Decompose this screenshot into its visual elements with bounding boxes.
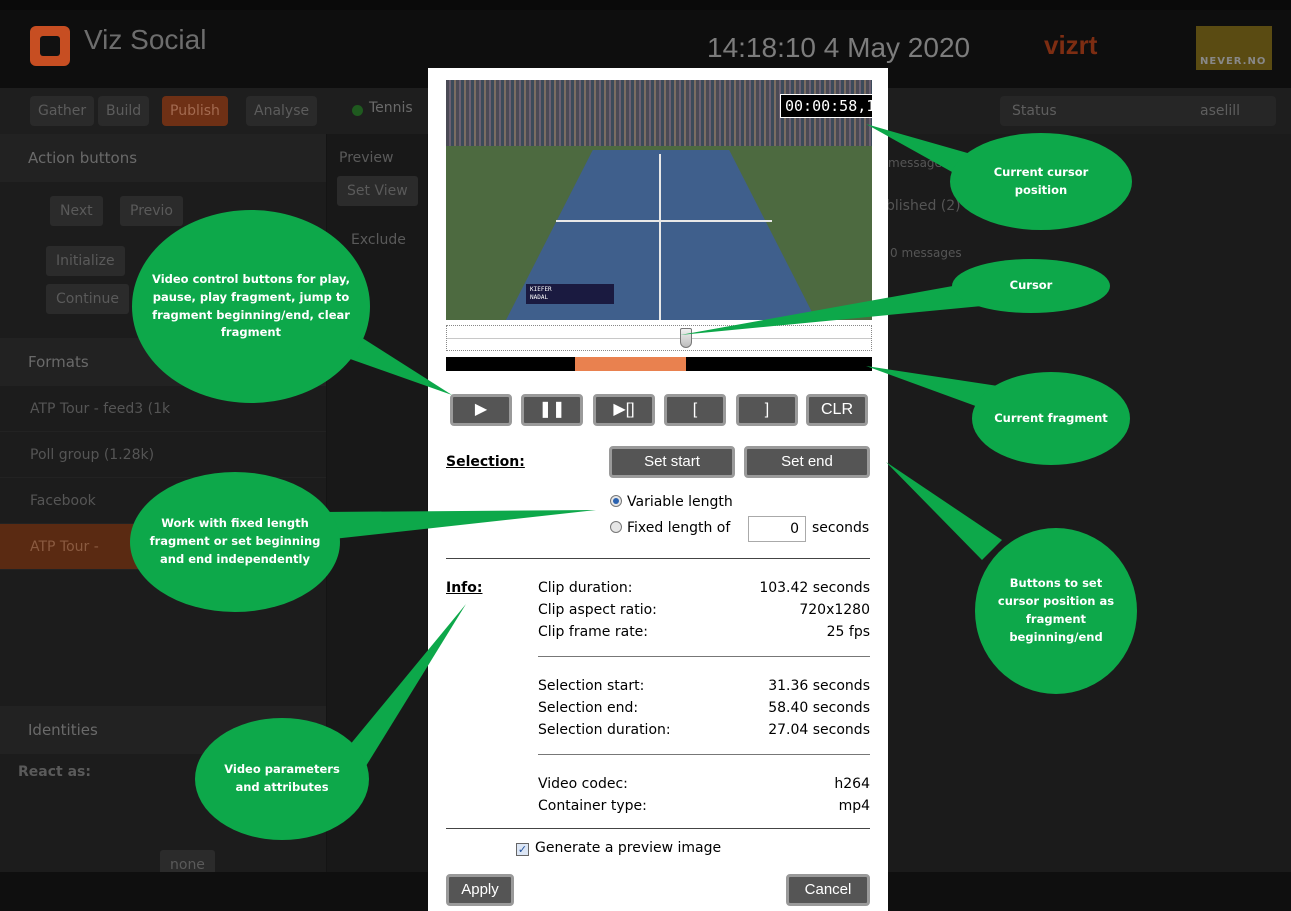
action-buttons-heading: Action buttons (0, 134, 326, 182)
tab-gather[interactable]: Gather (30, 96, 95, 126)
video-clip-dialog: KIEFER NADAL 00:00:58,10 ▶ ❚❚ ▶[] [ ] CL… (428, 68, 888, 911)
callout-params: Video parameters and attributes (195, 718, 369, 840)
callout-cursor: Cursor (952, 259, 1110, 313)
jump-fragment-end-button[interactable]: ] (736, 394, 798, 426)
info-row: Container type: mp4 (538, 798, 870, 814)
set-start-button[interactable]: Set start (609, 446, 735, 478)
info-row: Video codec: h264 (538, 776, 870, 792)
apply-button[interactable]: Apply (446, 874, 514, 906)
callout-cursor-position: Current cursor position (950, 133, 1132, 230)
fixed-length-option[interactable]: Fixed length of (610, 520, 730, 536)
seek-track-line (447, 338, 871, 339)
continue-button[interactable]: Continue (46, 284, 129, 314)
preview-image-option[interactable]: ✓ Generate a preview image (516, 840, 721, 856)
set-view-button[interactable]: Set View (337, 176, 418, 206)
set-end-button[interactable]: Set end (744, 446, 870, 478)
tab-publish[interactable]: Publish (162, 96, 228, 126)
user-name[interactable]: aselill (1200, 96, 1240, 126)
divider (538, 754, 870, 755)
info-row: Selection duration: 27.04 seconds (538, 722, 870, 738)
variable-length-option[interactable]: Variable length (610, 494, 733, 510)
cursor-handle[interactable] (680, 328, 692, 348)
divider (446, 558, 870, 559)
pause-button[interactable]: ❚❚ (521, 394, 583, 426)
tab-build[interactable]: Build (98, 96, 150, 126)
info-row: Clip duration: 103.42 seconds (538, 580, 870, 596)
channel-label[interactable]: Tennis (369, 100, 413, 116)
status-bar[interactable]: Status aselill (1000, 96, 1276, 126)
callout-fixed: Work with fixed length fragment or set b… (130, 472, 340, 612)
court-center-line (659, 154, 661, 320)
seconds-unit-label: seconds (812, 520, 870, 536)
info-row: Clip aspect ratio: 720x1280 (538, 602, 870, 618)
react-as-label: React as: (18, 764, 91, 780)
exclude-label[interactable]: Exclude (351, 232, 406, 248)
callout-controls: Video control buttons for play, pause, p… (132, 210, 370, 403)
selection-label: Selection: (446, 454, 525, 470)
checkbox-checked-icon[interactable]: ✓ (516, 843, 529, 856)
divider (538, 656, 870, 657)
messages-count: 0 messages (890, 246, 962, 260)
info-row: Selection start: 31.36 seconds (538, 678, 870, 694)
info-row: Selection end: 58.40 seconds (538, 700, 870, 716)
fixed-length-input[interactable]: 0 (748, 516, 806, 542)
initialize-button[interactable]: Initialize (46, 246, 125, 276)
play-button[interactable]: ▶ (450, 394, 512, 426)
fragment-bar (446, 357, 872, 371)
previous-button[interactable]: Previo (120, 196, 183, 226)
video-player[interactable]: KIEFER NADAL 00:00:58,10 (446, 80, 872, 320)
channel-status-icon (352, 105, 363, 116)
partner-logo-text: NEVER.NO (1200, 56, 1267, 67)
callout-fragment: Current fragment (972, 372, 1130, 465)
vizrt-logo: vizrt (1044, 30, 1098, 60)
video-controls: ▶ ❚❚ ▶[] [ ] CLR (446, 394, 872, 434)
preview-label: Preview (339, 150, 394, 166)
messages-panel: messages blished (2) 0 messages (872, 134, 1291, 911)
tab-analyse[interactable]: Analyse (246, 96, 318, 126)
format-item[interactable]: Poll group (1.28k) (0, 432, 326, 478)
current-fragment (575, 357, 686, 371)
cancel-button[interactable]: Cancel (786, 874, 870, 906)
app-logo-icon (30, 26, 70, 66)
fixed-length-label: Fixed length of (627, 520, 731, 536)
clock: 14:18:10 4 May 2020 (707, 32, 971, 63)
divider (446, 828, 870, 829)
status-label: Status (1012, 103, 1057, 119)
info-row: Clip frame rate: 25 fps (538, 624, 870, 640)
tab-published[interactable]: blished (2) (886, 198, 961, 214)
seek-slider[interactable] (446, 325, 872, 351)
next-button[interactable]: Next (50, 196, 103, 226)
callout-set-buttons: Buttons to set cursor position as fragme… (975, 528, 1137, 694)
timecode-display: 00:00:58,10 (780, 94, 872, 118)
variable-length-label: Variable length (627, 494, 733, 510)
clear-fragment-button[interactable]: CLR (806, 394, 868, 426)
scoreboard: KIEFER NADAL (526, 284, 614, 304)
app-title: Viz Social (84, 24, 207, 55)
radio-unchecked-icon[interactable] (610, 521, 622, 533)
play-fragment-button[interactable]: ▶[] (593, 394, 655, 426)
court-net (556, 220, 772, 222)
jump-fragment-start-button[interactable]: [ (664, 394, 726, 426)
info-label: Info: (446, 580, 483, 596)
preview-image-label: Generate a preview image (535, 840, 722, 856)
radio-checked-icon[interactable] (610, 495, 622, 507)
messages-label: messages (888, 156, 949, 170)
